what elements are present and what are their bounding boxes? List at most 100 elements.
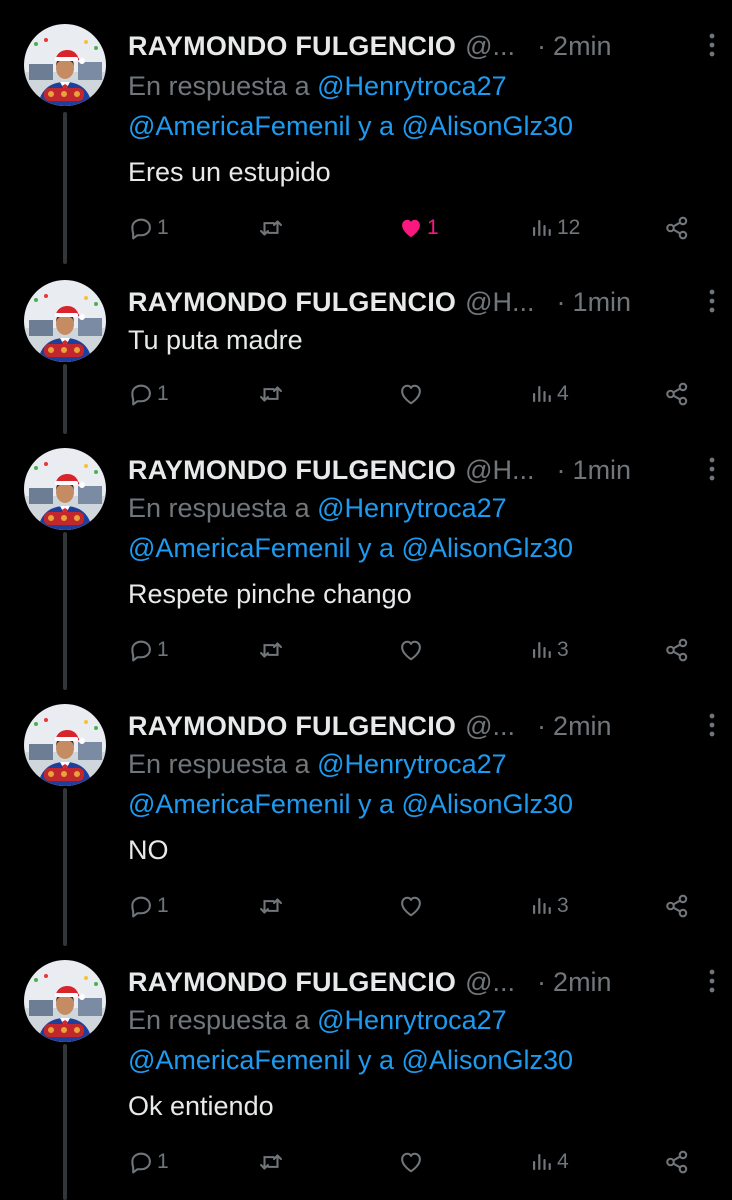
avatar[interactable] bbox=[24, 280, 106, 362]
share-button[interactable] bbox=[664, 888, 690, 924]
author-name[interactable]: RAYMONDO FULGENCIO bbox=[128, 31, 456, 62]
more-vertical-icon[interactable] bbox=[702, 30, 722, 60]
reply-button[interactable]: 1 bbox=[128, 210, 169, 246]
retweet-button[interactable] bbox=[258, 632, 284, 668]
avatar[interactable] bbox=[24, 448, 106, 530]
more-vertical-icon[interactable] bbox=[702, 454, 722, 484]
author-handle[interactable]: @H... bbox=[465, 455, 534, 486]
retweet-button[interactable] bbox=[258, 1144, 284, 1180]
mention-link[interactable]: @AlisonGlz30 bbox=[402, 111, 573, 141]
share-icon bbox=[664, 637, 690, 663]
retweet-icon bbox=[258, 893, 284, 919]
retweet-icon bbox=[258, 215, 284, 241]
reply-context: En respuesta a @Henrytroca27 bbox=[128, 488, 708, 528]
like-button[interactable] bbox=[398, 888, 424, 924]
author-name[interactable]: RAYMONDO FULGENCIO bbox=[128, 287, 456, 318]
author-handle[interactable]: @... bbox=[465, 31, 515, 62]
reply-prefix: En respuesta a bbox=[128, 1005, 310, 1035]
separator-dot: · bbox=[537, 710, 547, 741]
timestamp[interactable]: 2min bbox=[553, 711, 612, 742]
author-handle[interactable]: @... bbox=[465, 711, 515, 742]
views-button[interactable]: 12 bbox=[530, 210, 580, 246]
reply-join: y a bbox=[357, 789, 395, 819]
reply-icon bbox=[128, 381, 154, 407]
retweet-icon bbox=[258, 637, 284, 663]
reply-button[interactable]: 1 bbox=[128, 632, 169, 668]
avatar[interactable] bbox=[24, 24, 106, 106]
timestamp[interactable]: 2min bbox=[553, 31, 612, 62]
mention-link[interactable]: @AmericaFemenil bbox=[128, 533, 350, 563]
reply-prefix: En respuesta a bbox=[128, 71, 310, 101]
reply-context: En respuesta a @Henrytroca27 bbox=[128, 66, 708, 106]
timestamp[interactable]: 2min bbox=[553, 967, 612, 998]
mention-link[interactable]: @AlisonGlz30 bbox=[402, 1045, 573, 1075]
reply-icon bbox=[128, 893, 154, 919]
more-vertical-icon[interactable] bbox=[702, 286, 722, 316]
share-button[interactable] bbox=[664, 632, 690, 668]
views-icon bbox=[530, 216, 554, 240]
author-name[interactable]: RAYMONDO FULGENCIO bbox=[128, 711, 456, 742]
tweet-text: NO bbox=[128, 835, 169, 865]
like-button[interactable]: 1 bbox=[398, 210, 439, 246]
like-button[interactable] bbox=[398, 376, 424, 412]
share-button[interactable] bbox=[664, 1144, 690, 1180]
tweet[interactable]: RAYMONDO FULGENCIO @H... · 1min Tu puta … bbox=[0, 280, 732, 420]
views-button[interactable]: 4 bbox=[530, 1144, 569, 1180]
reply-button[interactable]: 1 bbox=[128, 376, 169, 412]
mention-link[interactable]: @AmericaFemenil bbox=[128, 1045, 350, 1075]
mention-link[interactable]: @AmericaFemenil bbox=[128, 111, 350, 141]
like-icon bbox=[398, 381, 424, 407]
tweet[interactable]: RAYMONDO FULGENCIO @... · 2min En respue… bbox=[0, 24, 732, 254]
views-count: 4 bbox=[557, 382, 569, 405]
views-icon bbox=[530, 894, 554, 918]
separator-dot: · bbox=[556, 286, 566, 317]
reply-button[interactable]: 1 bbox=[128, 1144, 169, 1180]
views-button[interactable]: 3 bbox=[530, 888, 569, 924]
reply-count: 1 bbox=[157, 894, 169, 917]
tweet-text: Ok entiendo bbox=[128, 1091, 274, 1121]
separator-dot: · bbox=[537, 30, 547, 61]
reply-button[interactable]: 1 bbox=[128, 888, 169, 924]
author-name[interactable]: RAYMONDO FULGENCIO bbox=[128, 455, 456, 486]
share-button[interactable] bbox=[664, 210, 690, 246]
author-handle[interactable]: @H... bbox=[465, 287, 534, 318]
tweet-header: RAYMONDO FULGENCIO @H... · 1min bbox=[128, 282, 708, 322]
views-icon bbox=[530, 638, 554, 662]
more-vertical-icon[interactable] bbox=[702, 966, 722, 996]
avatar[interactable] bbox=[24, 960, 106, 1042]
like-icon bbox=[398, 637, 424, 663]
views-button[interactable]: 4 bbox=[530, 376, 569, 412]
more-vertical-icon[interactable] bbox=[702, 710, 722, 740]
mention-link[interactable]: @AlisonGlz30 bbox=[402, 789, 573, 819]
tweet[interactable]: RAYMONDO FULGENCIO @H... · 1min En respu… bbox=[0, 448, 732, 678]
mention-link[interactable]: @Henrytroca27 bbox=[317, 749, 507, 779]
retweet-button[interactable] bbox=[258, 210, 284, 246]
tweet[interactable]: RAYMONDO FULGENCIO @... · 2min En respue… bbox=[0, 960, 732, 1190]
timestamp[interactable]: 1min bbox=[573, 455, 632, 486]
tweet[interactable]: RAYMONDO FULGENCIO @... · 2min En respue… bbox=[0, 704, 732, 934]
views-count: 4 bbox=[557, 1150, 569, 1173]
mention-link[interactable]: @Henrytroca27 bbox=[317, 71, 507, 101]
like-button[interactable] bbox=[398, 1144, 424, 1180]
author-name[interactable]: RAYMONDO FULGENCIO bbox=[128, 967, 456, 998]
avatar[interactable] bbox=[24, 704, 106, 786]
tweet-text: Eres un estupido bbox=[128, 157, 331, 187]
tweet-header: RAYMONDO FULGENCIO @... · 2min bbox=[128, 26, 708, 66]
like-button[interactable] bbox=[398, 632, 424, 668]
reply-context: En respuesta a @Henrytroca27 bbox=[128, 744, 708, 784]
timestamp[interactable]: 1min bbox=[573, 287, 632, 318]
share-icon bbox=[664, 1149, 690, 1175]
like-icon bbox=[398, 215, 424, 241]
mention-link[interactable]: @AlisonGlz30 bbox=[402, 533, 573, 563]
tweet-header: RAYMONDO FULGENCIO @H... · 1min bbox=[128, 450, 708, 490]
mention-link[interactable]: @AmericaFemenil bbox=[128, 789, 350, 819]
share-button[interactable] bbox=[664, 376, 690, 412]
mention-link[interactable]: @Henrytroca27 bbox=[317, 493, 507, 523]
views-button[interactable]: 3 bbox=[530, 632, 569, 668]
reply-context: @AmericaFemenil y a @AlisonGlz30 bbox=[128, 106, 708, 146]
views-icon bbox=[530, 1150, 554, 1174]
mention-link[interactable]: @Henrytroca27 bbox=[317, 1005, 507, 1035]
author-handle[interactable]: @... bbox=[465, 967, 515, 998]
retweet-button[interactable] bbox=[258, 376, 284, 412]
retweet-button[interactable] bbox=[258, 888, 284, 924]
